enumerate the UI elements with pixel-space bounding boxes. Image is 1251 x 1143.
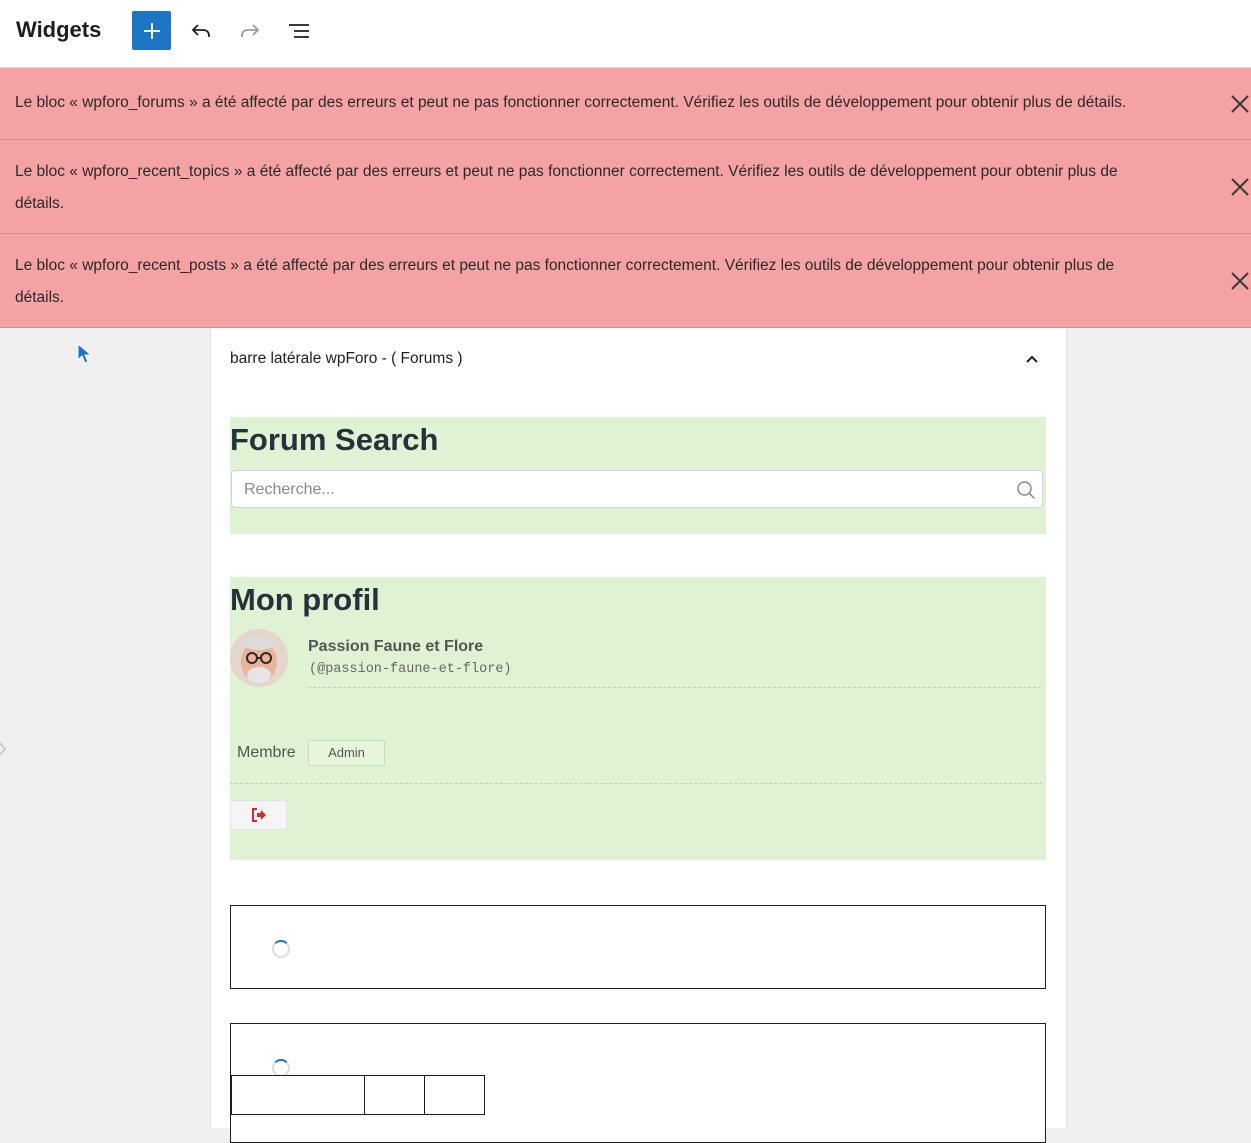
spinner-icon: [272, 940, 290, 958]
add-block-button[interactable]: [132, 11, 171, 50]
toolbar-group[interactable]: [425, 1076, 484, 1114]
toolbar-group[interactable]: [365, 1076, 426, 1114]
block-heading: Mon profil: [230, 582, 380, 617]
loading-block[interactable]: [230, 905, 1046, 989]
block-heading: Forum Search: [230, 422, 439, 457]
notice-text: Le bloc « wpforo_forums » a été affecté …: [15, 94, 1127, 111]
page-title: Widgets: [16, 17, 102, 42]
search-field[interactable]: [231, 470, 1043, 509]
editor-header: Widgets: [0, 0, 1251, 68]
list-view-icon: [288, 23, 309, 38]
block-toolbar[interactable]: [231, 1075, 485, 1115]
error-notice: Le bloc « wpforo_recent_posts » a été af…: [0, 234, 1251, 328]
close-icon[interactable]: [1229, 270, 1251, 292]
plus-icon: [143, 22, 160, 39]
role-label: Membre: [237, 744, 296, 761]
widget-area: barre latérale wpForo - ( Forums ) Forum…: [210, 328, 1067, 1143]
avatar[interactable]: [230, 629, 288, 687]
divider: [308, 687, 1041, 688]
redo-icon: [240, 23, 259, 37]
profile-name[interactable]: Passion Faune et Flore: [308, 638, 483, 656]
forum-search-block[interactable]: Forum Search: [230, 417, 1046, 534]
role-badge: Admin: [308, 740, 385, 766]
error-notice: Le bloc « wpforo_recent_topics » a été a…: [0, 140, 1251, 234]
loading-block[interactable]: [230, 1023, 1046, 1143]
search-icon[interactable]: [1016, 480, 1036, 500]
error-notice: Le bloc « wpforo_forums » a été affecté …: [0, 68, 1251, 140]
close-icon[interactable]: [1229, 176, 1251, 198]
mouse-cursor-icon: [77, 343, 93, 364]
drag-handle-icon: [0, 742, 6, 756]
redo-button[interactable]: [230, 11, 269, 50]
sign-out-icon: [251, 808, 266, 822]
notice-text: Le bloc « wpforo_recent_topics » a été a…: [15, 163, 1118, 212]
undo-icon: [191, 23, 210, 37]
widget-area-title[interactable]: barre latérale wpForo - ( Forums ): [230, 350, 463, 368]
notice-text: Le bloc « wpforo_recent_posts » a été af…: [15, 257, 1115, 306]
profile-block[interactable]: Mon profil Passion Faune et Flore (@pass…: [230, 577, 1046, 860]
close-icon[interactable]: [1229, 93, 1251, 115]
divider: [230, 783, 1042, 784]
logout-button[interactable]: [230, 800, 287, 830]
toolbar-group[interactable]: [232, 1076, 365, 1114]
list-view-button[interactable]: [279, 11, 318, 50]
profile-handle: (@passion-faune-et-flore): [309, 662, 512, 677]
undo-button[interactable]: [181, 11, 220, 50]
avatar-image: [230, 629, 288, 687]
search-input[interactable]: [242, 471, 1006, 509]
notice-list: Le bloc « wpforo_forums » a été affecté …: [0, 68, 1251, 328]
chevron-up-icon[interactable]: [1021, 348, 1043, 370]
